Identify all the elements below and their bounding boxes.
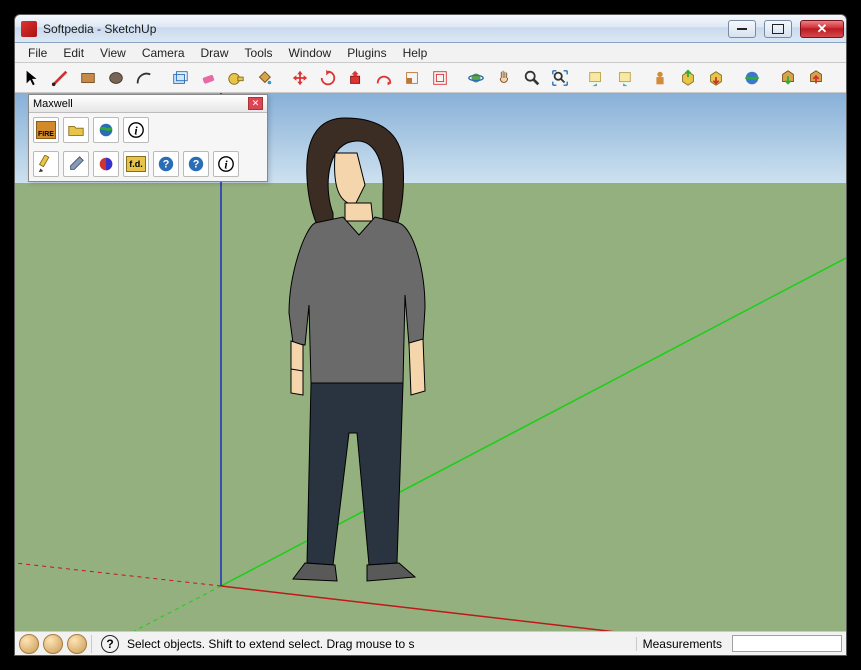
svg-text:i: i <box>224 159 228 172</box>
svg-text:i: i <box>134 125 138 138</box>
arc-button[interactable] <box>131 65 157 91</box>
measurements-label: Measurements <box>636 637 728 651</box>
import-button[interactable] <box>803 65 829 91</box>
circle-button[interactable] <box>103 65 129 91</box>
statusbar: ? Select objects. Shift to extend select… <box>15 631 846 655</box>
zoom-button[interactable] <box>519 65 545 91</box>
maxwell-panel[interactable]: Maxwell ✕ FIRE i f.d.?? i <box>28 94 268 182</box>
move-button[interactable] <box>287 65 313 91</box>
orbit-button[interactable] <box>463 65 489 91</box>
export-button[interactable] <box>775 65 801 91</box>
panel-info1-button[interactable]: i <box>123 117 149 143</box>
paint-bucket-button[interactable] <box>251 65 277 91</box>
window-title: Softpedia - SketchUp <box>43 22 156 36</box>
menu-draw[interactable]: Draw <box>194 44 236 62</box>
panel-row-1: FIRE i <box>29 113 267 147</box>
next-view-button[interactable] <box>611 65 637 91</box>
panel-globe-button[interactable] <box>93 117 119 143</box>
menu-tools[interactable]: Tools <box>238 44 280 62</box>
svg-text:?: ? <box>163 159 170 171</box>
ground <box>15 183 846 631</box>
select-button[interactable] <box>19 65 45 91</box>
panel-titlebar[interactable]: Maxwell ✕ <box>29 95 267 113</box>
menu-window[interactable]: Window <box>282 44 339 62</box>
zoom-extents-button[interactable] <box>547 65 573 91</box>
previous-view-button[interactable] <box>583 65 609 91</box>
push-pull-button[interactable] <box>343 65 369 91</box>
measurements-input[interactable] <box>732 635 842 652</box>
status-hint: Select objects. Shift to extend select. … <box>123 637 632 651</box>
titlebar[interactable]: Softpedia - SketchUp ✕ <box>15 15 846 43</box>
make-component-button[interactable] <box>167 65 193 91</box>
line-button[interactable] <box>47 65 73 91</box>
panel-fd-button[interactable]: f.d. <box>123 151 149 177</box>
maximize-button[interactable] <box>764 20 792 38</box>
menu-file[interactable]: File <box>21 44 54 62</box>
close-button[interactable]: ✕ <box>800 20 844 38</box>
panel-row-2: f.d.?? i <box>29 147 267 181</box>
menu-camera[interactable]: Camera <box>135 44 192 62</box>
panel-title: Maxwell <box>33 98 73 110</box>
menu-view[interactable]: View <box>93 44 133 62</box>
app-icon <box>21 21 37 37</box>
pan-button[interactable] <box>491 65 517 91</box>
eraser-button[interactable] <box>195 65 221 91</box>
menu-edit[interactable]: Edit <box>56 44 91 62</box>
add-person-button[interactable] <box>647 65 673 91</box>
minimize-button[interactable] <box>728 20 756 38</box>
menu-help[interactable]: Help <box>396 44 435 62</box>
offset-button[interactable] <box>427 65 453 91</box>
main-toolbar <box>15 63 846 93</box>
menu-plugins[interactable]: Plugins <box>340 44 393 62</box>
status-btn-2[interactable] <box>43 634 63 654</box>
menubar: File Edit View Camera Draw Tools Window … <box>15 43 846 63</box>
panel-eyedrop-button[interactable] <box>63 151 89 177</box>
status-btn-1[interactable] <box>19 634 39 654</box>
rectangle-button[interactable] <box>75 65 101 91</box>
panel-contrast-button[interactable] <box>93 151 119 177</box>
panel-help2-button[interactable]: ? <box>183 151 209 177</box>
panel-help1-button[interactable]: ? <box>153 151 179 177</box>
tape-measure-button[interactable] <box>223 65 249 91</box>
get-models-button[interactable] <box>675 65 701 91</box>
googleearth-button[interactable] <box>739 65 765 91</box>
svg-text:?: ? <box>193 159 200 171</box>
status-btn-3[interactable] <box>67 634 87 654</box>
follow-me-button[interactable] <box>371 65 397 91</box>
help-icon[interactable]: ? <box>101 635 119 653</box>
scale-button[interactable] <box>399 65 425 91</box>
panel-close-button[interactable]: ✕ <box>248 97 263 110</box>
panel-pencil-button[interactable] <box>33 151 59 177</box>
panel-info2-button[interactable]: i <box>213 151 239 177</box>
share-model-button[interactable] <box>703 65 729 91</box>
panel-fire-button[interactable]: FIRE <box>33 117 59 143</box>
rotate-button[interactable] <box>315 65 341 91</box>
panel-folder-button[interactable] <box>63 117 89 143</box>
